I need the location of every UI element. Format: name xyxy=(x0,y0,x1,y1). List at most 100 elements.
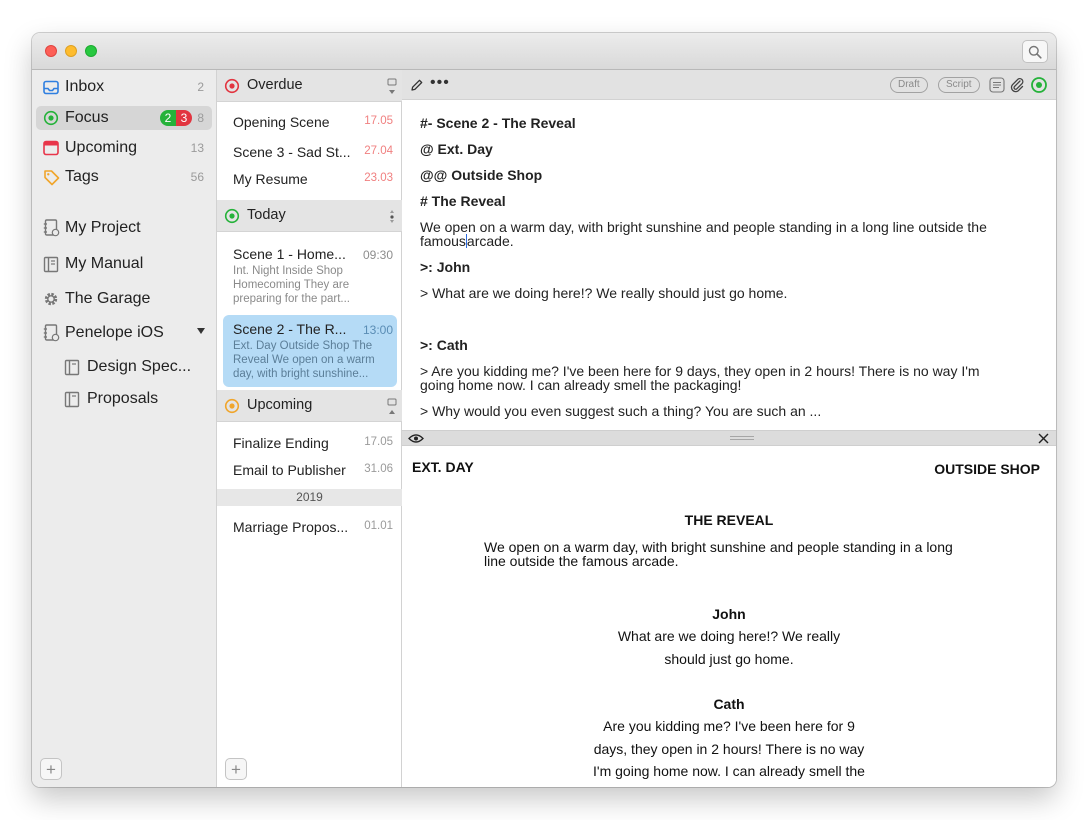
gear-icon xyxy=(42,290,60,308)
search-icon xyxy=(1028,45,1042,59)
item-title: My Resume xyxy=(233,171,308,187)
scene-slug-right: OUTSIDE SHOP xyxy=(934,461,1040,477)
item-title: Email to Publisher xyxy=(233,462,346,478)
sidebar-item-my-project[interactable]: My Project xyxy=(36,216,212,240)
editor-pane: ••• Draft Script #- Scene 2 - The Reveal… xyxy=(402,70,1056,787)
disclosure-triangle-icon[interactable] xyxy=(197,328,205,334)
editor-line: going home now. I can already smell the … xyxy=(420,377,742,393)
sidebar-item-label: The Garage xyxy=(65,290,151,307)
app-window: Inbox 2 Focus 2 3 8 Upcoming 13 Tags 56 … xyxy=(32,33,1056,787)
focus-status-icon[interactable] xyxy=(1030,76,1048,94)
preview-split-bar[interactable] xyxy=(402,430,1056,446)
sidebar-item-label: My Project xyxy=(65,219,141,236)
editor-line: >: Cath xyxy=(420,337,468,353)
section-header-upcoming[interactable]: Upcoming xyxy=(217,390,402,422)
drag-handle-icon[interactable] xyxy=(730,436,754,440)
sidebar-item-design-spec[interactable]: Design Spec... xyxy=(57,355,207,379)
item-title: Scene 3 - Sad St... xyxy=(233,144,351,160)
editor-line: > Why would you even suggest such a thin… xyxy=(420,403,822,419)
list-item[interactable]: Marriage Propos... 01.01 xyxy=(233,519,393,541)
sidebar-item-inbox[interactable]: Inbox 2 xyxy=(36,75,212,99)
sort-icon[interactable] xyxy=(387,206,397,226)
sidebar-item-my-manual[interactable]: My Manual xyxy=(36,252,212,276)
upcoming-count: 13 xyxy=(190,141,204,155)
editor-line: >: John xyxy=(420,259,471,275)
scene-slug-left: EXT. DAY xyxy=(412,459,474,475)
focus-red-badge: 3 xyxy=(176,110,192,126)
section-header-today[interactable]: Today xyxy=(217,200,402,232)
character-name: Cath xyxy=(713,696,745,712)
sidebar-item-penelope-ios[interactable]: Penelope iOS xyxy=(36,321,212,345)
item-date: 17.05 xyxy=(364,436,393,448)
add-task-button[interactable]: + xyxy=(225,758,247,780)
editor-text: famous xyxy=(420,233,466,249)
notebook-icon xyxy=(42,219,60,237)
sidebar-item-label: My Manual xyxy=(65,255,144,272)
overdue-icon xyxy=(224,78,240,94)
sidebar-item-upcoming[interactable]: Upcoming 13 xyxy=(36,136,212,160)
dialogue-line: days, they open in 2 hours! There is no … xyxy=(593,741,865,757)
editor-line: famousarcade. xyxy=(420,234,1040,248)
close-window-button[interactable] xyxy=(45,45,57,57)
more-options-icon[interactable]: ••• xyxy=(430,74,450,92)
editor-toolbar: ••• Draft Script xyxy=(402,70,1056,100)
notes-icon[interactable] xyxy=(989,77,1005,93)
list-item[interactable]: Email to Publisher 31.06 xyxy=(233,462,393,484)
task-card[interactable]: Scene 1 - Home... 09:30 Int. Night Insid… xyxy=(223,240,397,310)
item-date: 17.05 xyxy=(364,115,393,127)
expand-icon[interactable] xyxy=(387,396,397,416)
tags-count: 56 xyxy=(190,170,204,184)
collapse-icon[interactable] xyxy=(387,76,397,96)
card-description: Ext. Day Outside Shop The Reveal We open… xyxy=(233,340,375,380)
editor-text: arcade. xyxy=(466,233,514,249)
inbox-count: 2 xyxy=(197,80,204,94)
list-item[interactable]: Finalize Ending 17.05 xyxy=(233,435,393,457)
task-card-selected[interactable]: Scene 2 - The R... 13:00 Ext. Day Outsid… xyxy=(223,315,397,387)
minimize-window-button[interactable] xyxy=(65,45,77,57)
document-icon xyxy=(63,390,81,408)
focus-badges: 2 3 xyxy=(160,110,192,126)
attachment-icon[interactable] xyxy=(1009,76,1025,94)
eye-icon[interactable] xyxy=(408,433,424,444)
dialogue-line: should just go home. xyxy=(664,651,794,667)
section-header-overdue[interactable]: Overdue xyxy=(217,70,402,102)
dialogue-line: I'm going home now. I can already smell … xyxy=(593,763,865,779)
card-title: Scene 2 - The R... xyxy=(233,321,347,337)
item-date: 27.04 xyxy=(364,145,393,157)
sidebar-item-proposals[interactable]: Proposals xyxy=(57,387,207,411)
notebook-icon xyxy=(42,324,60,342)
sidebar-item-label: Design Spec... xyxy=(87,358,192,375)
close-icon[interactable] xyxy=(1038,433,1049,444)
card-time: 13:00 xyxy=(362,323,393,337)
editor-line: #- Scene 2 - The Reveal xyxy=(420,115,576,131)
sidebar-item-label: Penelope iOS xyxy=(65,324,164,341)
section-title: Overdue xyxy=(247,77,303,93)
item-date: 23.03 xyxy=(364,172,393,184)
editor-text-area[interactable]: #- Scene 2 - The Reveal @ Ext. Day @@ Ou… xyxy=(402,100,1056,430)
search-button[interactable] xyxy=(1022,40,1048,63)
sidebar-item-the-garage[interactable]: The Garage xyxy=(36,287,212,311)
sidebar-item-label: Upcoming xyxy=(65,139,138,156)
section-title: Today xyxy=(247,207,286,223)
list-item[interactable]: Opening Scene 17.05 xyxy=(233,114,393,136)
sidebar: Inbox 2 Focus 2 3 8 Upcoming 13 Tags 56 … xyxy=(32,70,217,787)
year-separator: 2019 xyxy=(217,489,402,506)
editor-line: @@ Outside Shop xyxy=(420,167,543,183)
inbox-icon xyxy=(42,78,60,96)
add-project-button[interactable]: + xyxy=(40,758,62,780)
list-item[interactable]: My Resume 23.03 xyxy=(233,171,393,193)
action-line: We open on a warm day, with bright sunsh… xyxy=(484,539,953,555)
card-title: Scene 1 - Home... xyxy=(233,246,346,262)
pencil-icon[interactable] xyxy=(410,78,424,92)
card-description: Int. Night Inside Shop Homecoming They a… xyxy=(233,265,350,305)
editor-line: > Are you kidding me? I've been here for… xyxy=(420,363,980,379)
focus-green-badge: 2 xyxy=(160,110,176,126)
list-item[interactable]: Scene 3 - Sad St... 27.04 xyxy=(233,144,393,166)
item-date: 01.01 xyxy=(364,520,393,532)
script-button[interactable]: Script xyxy=(938,77,980,93)
draft-button[interactable]: Draft xyxy=(890,77,928,93)
sidebar-item-tags[interactable]: Tags 56 xyxy=(36,165,212,189)
zoom-window-button[interactable] xyxy=(85,45,97,57)
dialogue-line: Are you kidding me? I've been here for 9 xyxy=(603,718,855,734)
sidebar-item-focus[interactable]: Focus 2 3 8 xyxy=(36,106,212,130)
